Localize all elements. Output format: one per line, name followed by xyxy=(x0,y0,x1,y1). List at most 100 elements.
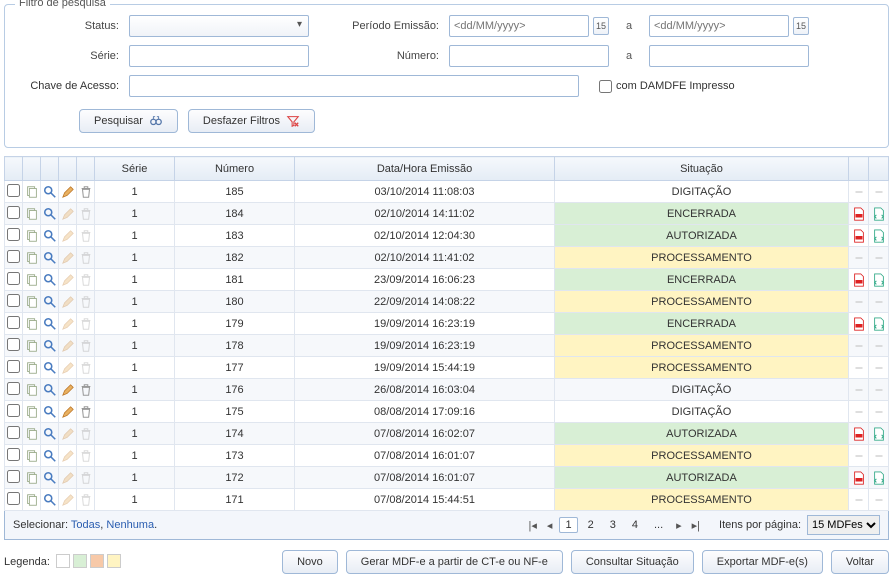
copy-icon[interactable] xyxy=(25,339,39,353)
view-icon[interactable] xyxy=(43,251,57,265)
pdf-icon[interactable] xyxy=(852,273,866,287)
select-all-link[interactable]: Todas xyxy=(71,519,100,531)
delete-icon[interactable] xyxy=(79,185,93,199)
pager-first-icon[interactable]: |◂ xyxy=(526,519,540,532)
pager-next-icon[interactable]: ▸ xyxy=(673,519,685,532)
gerar-button[interactable]: Gerar MDF-e a partir de CT-e ou NF-e xyxy=(346,550,563,574)
copy-icon[interactable] xyxy=(25,207,39,221)
edit-icon[interactable] xyxy=(61,185,75,199)
periodo-start-input[interactable] xyxy=(449,15,589,37)
pager-page[interactable]: 3 xyxy=(604,517,622,533)
row-checkbox[interactable] xyxy=(7,206,20,219)
table-row[interactable]: 117508/08/2014 17:09:16DIGITAÇÃO xyxy=(5,401,889,423)
copy-icon[interactable] xyxy=(25,185,39,199)
table-row[interactable]: 117407/08/2014 16:02:07AUTORIZADA xyxy=(5,423,889,445)
view-icon[interactable] xyxy=(43,207,57,221)
view-icon[interactable] xyxy=(43,427,57,441)
row-checkbox[interactable] xyxy=(7,294,20,307)
xml-icon[interactable] xyxy=(872,427,886,441)
pager-page[interactable]: 4 xyxy=(626,517,644,533)
delete-icon[interactable] xyxy=(79,383,93,397)
table-row[interactable]: 118123/09/2014 16:06:23ENCERRADA xyxy=(5,269,889,291)
serie-input[interactable] xyxy=(129,45,309,67)
table-row[interactable]: 118022/09/2014 14:08:22PROCESSAMENTO xyxy=(5,291,889,313)
table-row[interactable]: 118302/10/2014 12:04:30AUTORIZADA xyxy=(5,225,889,247)
view-icon[interactable] xyxy=(43,449,57,463)
col-data[interactable]: Data/Hora Emissão xyxy=(295,157,555,181)
copy-icon[interactable] xyxy=(25,449,39,463)
view-icon[interactable] xyxy=(43,273,57,287)
numero-end-input[interactable] xyxy=(649,45,809,67)
view-icon[interactable] xyxy=(43,229,57,243)
row-checkbox[interactable] xyxy=(7,360,20,373)
chave-input[interactable] xyxy=(129,75,579,97)
delete-icon[interactable] xyxy=(79,405,93,419)
row-checkbox[interactable] xyxy=(7,492,20,505)
copy-icon[interactable] xyxy=(25,229,39,243)
table-row[interactable]: 118402/10/2014 14:11:02ENCERRADA xyxy=(5,203,889,225)
pdf-icon[interactable] xyxy=(852,229,866,243)
xml-icon[interactable] xyxy=(872,471,886,485)
pager-prev-icon[interactable]: ◂ xyxy=(544,519,556,532)
view-icon[interactable] xyxy=(43,471,57,485)
view-icon[interactable] xyxy=(43,295,57,309)
row-checkbox[interactable] xyxy=(7,404,20,417)
voltar-button[interactable]: Voltar xyxy=(831,550,889,574)
novo-button[interactable]: Novo xyxy=(282,550,338,574)
col-situacao[interactable]: Situação xyxy=(555,157,849,181)
copy-icon[interactable] xyxy=(25,493,39,507)
edit-icon[interactable] xyxy=(61,405,75,419)
pdf-icon[interactable] xyxy=(852,471,866,485)
numero-start-input[interactable] xyxy=(449,45,609,67)
copy-icon[interactable] xyxy=(25,383,39,397)
consultar-button[interactable]: Consultar Situação xyxy=(571,550,694,574)
pesquisar-button[interactable]: Pesquisar xyxy=(79,109,178,133)
copy-icon[interactable] xyxy=(25,273,39,287)
edit-icon[interactable] xyxy=(61,383,75,397)
view-icon[interactable] xyxy=(43,185,57,199)
row-checkbox[interactable] xyxy=(7,272,20,285)
xml-icon[interactable] xyxy=(872,273,886,287)
row-checkbox[interactable] xyxy=(7,316,20,329)
view-icon[interactable] xyxy=(43,405,57,419)
table-row[interactable]: 117307/08/2014 16:01:07PROCESSAMENTO xyxy=(5,445,889,467)
col-serie[interactable]: Série xyxy=(95,157,175,181)
calendar-icon[interactable]: 15 xyxy=(793,17,809,35)
table-row[interactable]: 117207/08/2014 16:01:07AUTORIZADA xyxy=(5,467,889,489)
copy-icon[interactable] xyxy=(25,361,39,375)
row-checkbox[interactable] xyxy=(7,184,20,197)
copy-icon[interactable] xyxy=(25,317,39,331)
table-row[interactable]: 118503/10/2014 11:08:03DIGITAÇÃO xyxy=(5,181,889,203)
xml-icon[interactable] xyxy=(872,229,886,243)
pdf-icon[interactable] xyxy=(852,317,866,331)
exportar-button[interactable]: Exportar MDF-e(s) xyxy=(702,550,823,574)
view-icon[interactable] xyxy=(43,317,57,331)
table-row[interactable]: 117626/08/2014 16:03:04DIGITAÇÃO xyxy=(5,379,889,401)
row-checkbox[interactable] xyxy=(7,250,20,263)
pager-page[interactable]: 2 xyxy=(582,517,600,533)
row-checkbox[interactable] xyxy=(7,426,20,439)
pager-last-icon[interactable]: ▸| xyxy=(689,519,703,532)
table-row[interactable]: 118202/10/2014 11:41:02PROCESSAMENTO xyxy=(5,247,889,269)
calendar-icon[interactable]: 15 xyxy=(593,17,609,35)
copy-icon[interactable] xyxy=(25,295,39,309)
status-select[interactable] xyxy=(129,15,309,37)
periodo-end-input[interactable] xyxy=(649,15,789,37)
view-icon[interactable] xyxy=(43,361,57,375)
pager-page[interactable]: 1 xyxy=(559,517,577,533)
com-damdfe-checkbox[interactable] xyxy=(599,80,612,93)
copy-icon[interactable] xyxy=(25,405,39,419)
view-icon[interactable] xyxy=(43,383,57,397)
copy-icon[interactable] xyxy=(25,427,39,441)
table-row[interactable]: 117719/09/2014 15:44:19PROCESSAMENTO xyxy=(5,357,889,379)
copy-icon[interactable] xyxy=(25,471,39,485)
view-icon[interactable] xyxy=(43,493,57,507)
pdf-icon[interactable] xyxy=(852,427,866,441)
desfazer-button[interactable]: Desfazer Filtros xyxy=(188,109,315,133)
xml-icon[interactable] xyxy=(872,207,886,221)
table-row[interactable]: 117819/09/2014 16:23:19PROCESSAMENTO xyxy=(5,335,889,357)
row-checkbox[interactable] xyxy=(7,448,20,461)
xml-icon[interactable] xyxy=(872,317,886,331)
copy-icon[interactable] xyxy=(25,251,39,265)
pager-page[interactable]: ... xyxy=(648,517,669,533)
